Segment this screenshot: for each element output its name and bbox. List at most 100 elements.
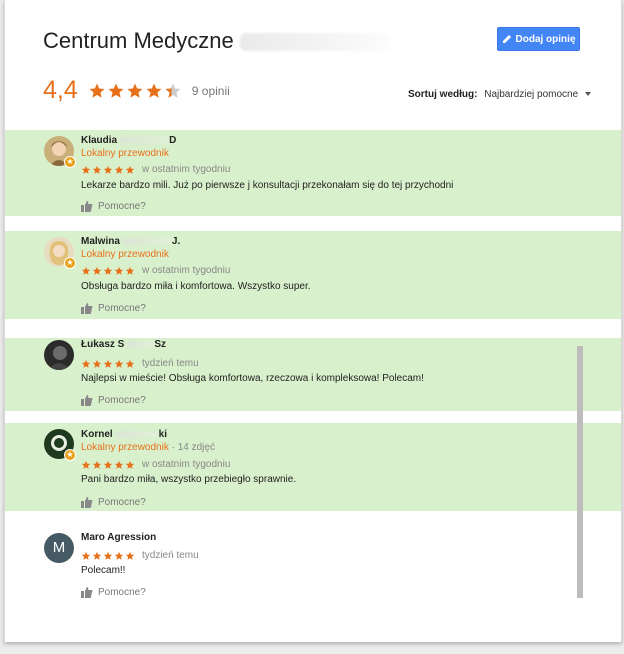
avatar[interactable]	[44, 340, 74, 370]
star-icon	[81, 359, 91, 368]
star-icon	[81, 165, 91, 174]
star-icon	[92, 551, 102, 560]
review-item: ★ Kornel ki Lokalny przewodnik · 14 zdjęć…	[5, 423, 621, 511]
star-icon	[92, 460, 102, 469]
local-guide-label: Lokalny przewodnik · 14 zdjęć	[81, 442, 215, 453]
star-icon	[103, 460, 113, 469]
review-stars: tydzień temu	[81, 550, 199, 561]
reviewer-name[interactable]: Malwina J.	[81, 236, 180, 247]
thumbs-up-icon	[81, 201, 93, 212]
reviewer-name-suffix: ki	[158, 429, 168, 440]
redacted-blur	[119, 136, 170, 144]
review-time: tydzień temu	[142, 550, 199, 561]
pencil-icon	[502, 35, 511, 43]
star-icon	[81, 266, 91, 275]
review-text: Najlepsi w mieście! Obsługa komfortowa, …	[81, 373, 424, 384]
review-item: Łukasz S Sz tydzień temu Najlepsi w mieśc…	[5, 338, 621, 411]
sort-value: Najbardziej pomocne	[484, 89, 579, 100]
place-name: Centrum Medyczne	[43, 28, 234, 53]
star-icon	[103, 165, 113, 174]
guide-text: Lokalny przewodnik	[81, 148, 169, 159]
review-time: w ostatnim tygodniu	[142, 265, 231, 276]
star-icon	[146, 83, 162, 98]
review-item: M Maro Agression tydzień temu Polecam!! …	[5, 525, 621, 610]
thumbs-up-icon	[81, 303, 93, 314]
reviewer-name[interactable]: Maro Agression	[81, 532, 156, 543]
star-icon	[165, 83, 181, 98]
star-icon	[103, 359, 113, 368]
star-icon	[89, 83, 105, 98]
helpful-button[interactable]: Pomocne?	[81, 587, 146, 598]
place-title: Centrum Medyczne	[43, 28, 390, 54]
star-icon	[81, 460, 91, 469]
thumbs-up-icon	[81, 587, 93, 598]
helpful-button[interactable]: Pomocne?	[81, 303, 146, 314]
add-review-button[interactable]: Dodaj opinię	[497, 27, 580, 51]
star-icon	[103, 551, 113, 560]
review-text: Lekarze bardzo mili. Już po pierwsze j k…	[81, 180, 454, 191]
reviewer-name-suffix: J.	[171, 236, 181, 247]
helpful-button[interactable]: Pomocne?	[81, 395, 146, 406]
star-icon	[125, 460, 135, 469]
star-icon	[114, 266, 124, 275]
reviewer-name-suffix: Sz	[154, 339, 167, 350]
review-item: ★ Klaudia D Lokalny przewodnik w ostatnim…	[5, 130, 621, 216]
guide-text: Lokalny przewodnik	[81, 249, 169, 260]
reviewer-name[interactable]: Kornel ki	[81, 429, 167, 440]
star-icon	[125, 359, 135, 368]
redacted-blur	[114, 430, 159, 438]
photo-count: · 14 zdjęć	[171, 442, 215, 453]
review-count-link[interactable]: 9 opinii	[192, 84, 230, 98]
reviewer-name[interactable]: Łukasz S Sz	[81, 339, 166, 350]
rating-summary: 4,4 9 opinii	[43, 76, 230, 105]
review-stars: w ostatnim tygodniu	[81, 459, 230, 470]
helpful-label: Pomocne?	[98, 201, 146, 212]
star-icon	[125, 551, 135, 560]
star-icon	[125, 266, 135, 275]
review-text: Pani bardzo miła, wszystko przebiegło sp…	[81, 474, 297, 485]
review-text: Obsługa bardzo miła i komfortowa. Wszyst…	[81, 281, 311, 292]
redacted-blur	[121, 237, 172, 245]
review-stars: w ostatnim tygodniu	[81, 164, 230, 175]
review-time: w ostatnim tygodniu	[142, 164, 231, 175]
star-icon	[103, 266, 113, 275]
reviewer-first-name: Łukasz S	[81, 339, 125, 350]
helpful-button[interactable]: Pomocne?	[81, 497, 146, 508]
reviewer-full-name: Maro Agression	[81, 532, 157, 543]
avatar[interactable]: M	[44, 533, 74, 563]
star-group	[81, 359, 136, 369]
review-stars: w ostatnim tygodniu	[81, 265, 230, 276]
avatar[interactable]: ★	[44, 237, 76, 269]
caret-down-icon	[584, 92, 591, 97]
rating-number: 4,4	[43, 76, 78, 104]
avatar[interactable]: ★	[44, 136, 76, 168]
redacted-blur	[239, 33, 390, 52]
helpful-label: Pomocne?	[98, 303, 146, 314]
helpful-label: Pomocne?	[98, 497, 146, 508]
sort-dropdown[interactable]: Sortuj według: Najbardziej pomocne	[408, 89, 591, 100]
rating-stars	[88, 82, 182, 100]
helpful-button[interactable]: Pomocne?	[81, 201, 146, 212]
star-group	[81, 551, 136, 561]
scrollbar[interactable]	[577, 346, 583, 598]
letter-avatar-icon: M	[44, 533, 74, 563]
local-guide-badge-icon: ★	[64, 449, 76, 461]
thumbs-up-icon	[81, 395, 93, 406]
local-guide-badge-icon: ★	[64, 257, 76, 269]
review-text: Polecam!!	[81, 565, 126, 576]
reviewer-name[interactable]: Klaudia D	[81, 135, 176, 146]
star-group	[81, 266, 136, 276]
star-icon	[114, 165, 124, 174]
star-icon	[92, 359, 102, 368]
avatar[interactable]: ★	[44, 429, 76, 461]
review-item: ★ Malwina J. Lokalny przewodnik w ostatni…	[5, 231, 621, 319]
redacted-blur	[126, 340, 155, 348]
add-review-label: Dodaj opinię	[515, 33, 576, 45]
reviewer-name-suffix: D	[169, 135, 177, 146]
star-icon	[92, 266, 102, 275]
star-icon	[108, 83, 124, 98]
reviewer-first-name: Kornel	[81, 429, 113, 440]
star-icon	[127, 83, 143, 98]
review-stars: tydzień temu	[81, 358, 199, 369]
star-icon	[81, 551, 91, 560]
